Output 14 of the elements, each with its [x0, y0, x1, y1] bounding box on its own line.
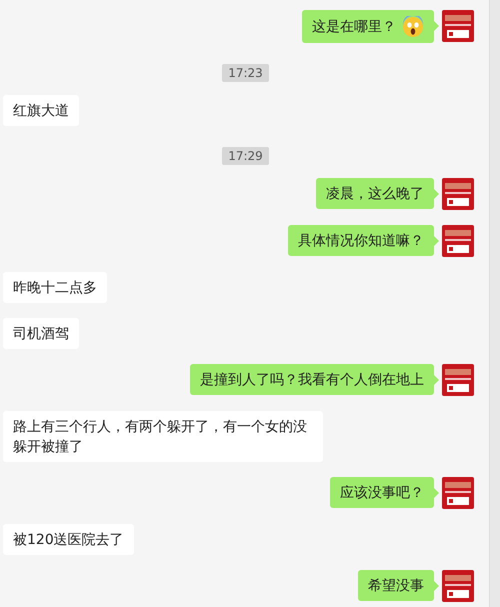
- received-message-bubble: 司机酒驾: [3, 318, 79, 349]
- received-message-bubble: 红旗大道: [3, 95, 79, 126]
- avatar-icon[interactable]: [442, 178, 474, 210]
- timestamp: 17:29: [222, 147, 269, 165]
- avatar-icon[interactable]: [442, 570, 474, 602]
- received-message-bubble: 路上有三个行人，有两个躲开了，有一个女的没躲开被撞了: [3, 411, 323, 462]
- avatar-icon[interactable]: [442, 225, 474, 257]
- avatar-icon[interactable]: [442, 10, 474, 42]
- received-message-bubble: 被120送医院去了: [3, 524, 134, 555]
- avatar-icon[interactable]: [442, 364, 474, 396]
- avatar-icon[interactable]: [442, 477, 474, 509]
- received-message-bubble: 昨晚十二点多: [3, 272, 107, 303]
- timestamp: 17:23: [222, 64, 269, 82]
- scrollbar[interactable]: [489, 0, 500, 607]
